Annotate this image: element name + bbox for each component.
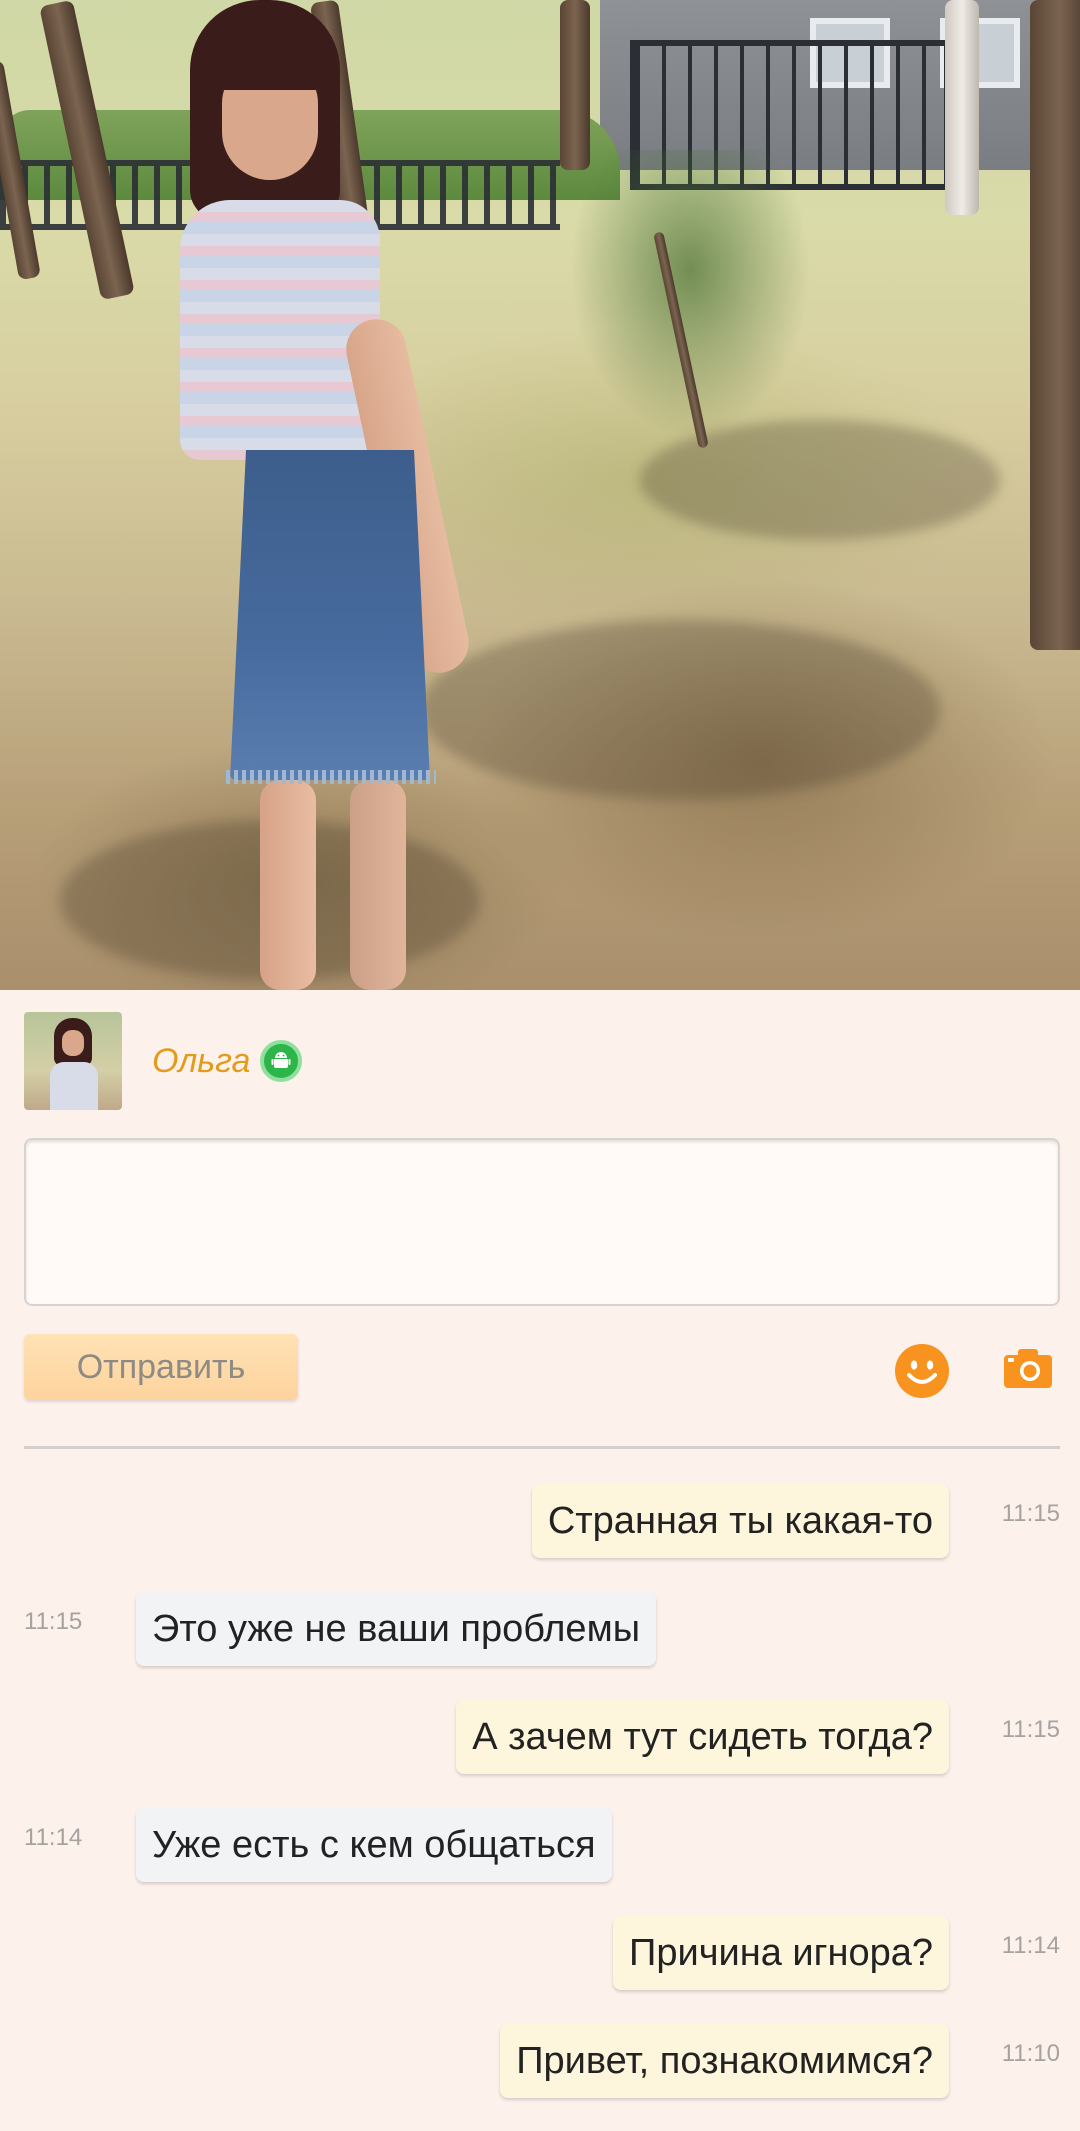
outgoing-message: Привет, познакомимся? 11:10 xyxy=(0,2020,1080,2128)
incoming-message: 11:14 Уже есть с кем общаться xyxy=(0,1804,1080,1912)
send-button[interactable]: Отправить xyxy=(24,1334,298,1400)
message-input[interactable] xyxy=(24,1138,1060,1306)
message-time: 11:14 xyxy=(24,1824,83,1851)
avatar[interactable] xyxy=(24,1012,122,1110)
smile-icon[interactable] xyxy=(894,1343,950,1399)
message-time: 11:15 xyxy=(1001,1500,1060,1527)
message-bubble[interactable]: Странная ты какая-то xyxy=(531,1484,949,1558)
outgoing-message: А зачем тут сидеть тогда? 11:15 xyxy=(0,1696,1080,1804)
message-time: 11:15 xyxy=(24,1608,83,1635)
outgoing-message: Странная ты какая-то 11:15 xyxy=(0,1480,1080,1588)
message-time: 11:15 xyxy=(1001,1716,1060,1743)
divider xyxy=(24,1446,1060,1449)
message-bubble[interactable]: Уже есть с кем общаться xyxy=(136,1808,612,1882)
message-list: Странная ты какая-то 11:15 11:15 Это уже… xyxy=(0,1480,1080,2128)
camera-icon[interactable] xyxy=(1004,1348,1052,1388)
android-online-icon xyxy=(260,1040,303,1082)
message-bubble[interactable]: Это уже не ваши проблемы xyxy=(136,1592,657,1666)
profile-name[interactable]: Ольга xyxy=(152,1042,250,1081)
photo-person xyxy=(160,0,490,990)
message-bubble[interactable]: Привет, познакомимся? xyxy=(500,2024,949,2098)
message-bubble[interactable]: А зачем тут сидеть тогда? xyxy=(456,1700,949,1774)
profile-header: Ольга xyxy=(24,1012,303,1110)
message-time: 11:14 xyxy=(1001,1932,1060,1959)
message-time: 11:10 xyxy=(1001,2040,1060,2067)
message-bubble[interactable]: Причина игнора? xyxy=(613,1916,949,1990)
outgoing-message: Причина игнора? 11:14 xyxy=(0,1912,1080,2020)
incoming-message: 11:15 Это уже не ваши проблемы xyxy=(0,1588,1080,1696)
profile-photo[interactable] xyxy=(0,0,1080,990)
